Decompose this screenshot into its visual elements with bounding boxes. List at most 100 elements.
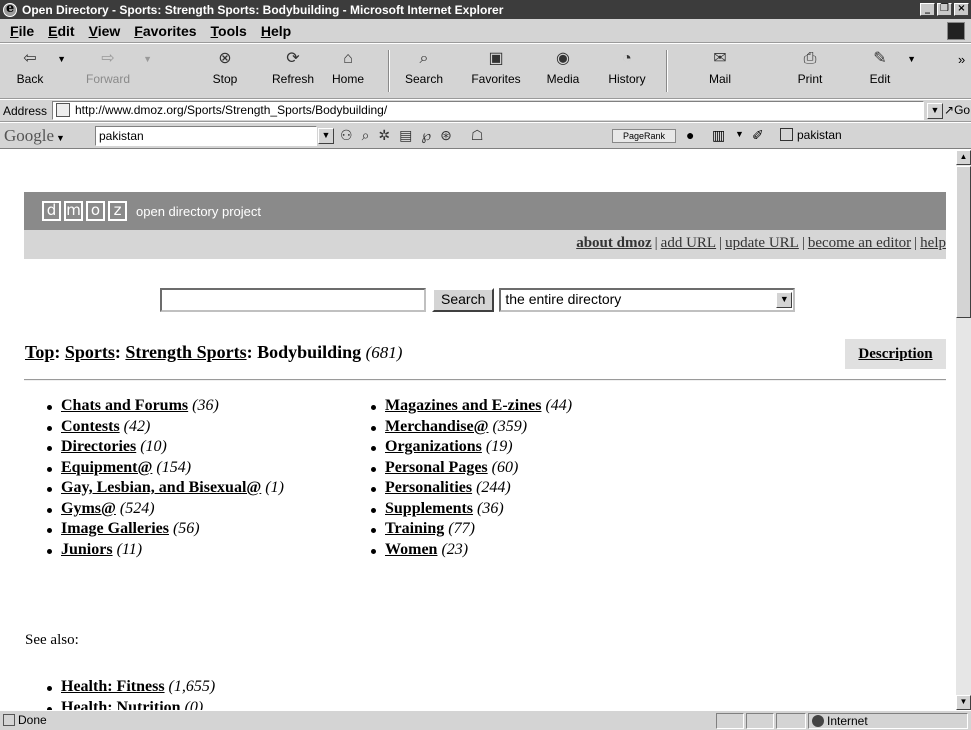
breadcrumb-sports[interactable]: Sports bbox=[65, 342, 115, 362]
address-dropdown-button[interactable]: ▼ bbox=[927, 103, 943, 119]
menu-file[interactable]: File bbox=[10, 23, 34, 39]
category-link[interactable]: Equipment@ bbox=[61, 459, 152, 476]
edit-button[interactable]: ✎ Edit ▼ bbox=[860, 48, 916, 86]
site-search-icon[interactable]: ⌕ bbox=[362, 127, 370, 144]
directory-search-button[interactable]: Search bbox=[432, 288, 495, 312]
category-link[interactable]: Gyms@ bbox=[61, 500, 116, 517]
google-logo-button[interactable]: Google ▼ bbox=[4, 126, 65, 146]
see-also-label: See also: bbox=[25, 632, 79, 648]
google-search-dropdown[interactable]: ▼ bbox=[318, 128, 334, 144]
add-url-link[interactable]: add URL bbox=[661, 235, 716, 251]
edit-dropdown-icon[interactable]: ▼ bbox=[907, 54, 916, 64]
menu-tools[interactable]: Tools bbox=[211, 23, 247, 39]
category-link[interactable]: Supplements bbox=[385, 500, 473, 517]
menu-view[interactable]: View bbox=[89, 23, 121, 39]
up-icon[interactable]: ☖ bbox=[471, 127, 484, 144]
search-term-button[interactable]: pakistan bbox=[780, 128, 842, 142]
category-count: (244) bbox=[476, 479, 511, 496]
refresh-button[interactable]: ⟳ Refresh bbox=[268, 48, 318, 86]
directory-search-input[interactable] bbox=[160, 288, 426, 312]
media-icon: ◉ bbox=[556, 50, 570, 67]
category-link[interactable]: Merchandise@ bbox=[385, 418, 488, 435]
options-icon[interactable]: ▥ bbox=[712, 127, 725, 144]
home-button[interactable]: ⌂ Home bbox=[325, 48, 371, 86]
list-item: Equipment@ (154) bbox=[42, 459, 284, 480]
update-url-link[interactable]: update URL bbox=[725, 235, 799, 251]
maximize-button[interactable]: ❐ bbox=[937, 3, 952, 16]
chevron-down-icon: ▼ bbox=[56, 133, 65, 143]
scroll-thumb[interactable] bbox=[956, 166, 971, 318]
menu-help[interactable]: Help bbox=[261, 23, 291, 39]
scroll-down-button[interactable]: ▼ bbox=[956, 695, 971, 710]
see-also-list: Health: Fitness (1,655) Health: Nutrition… bbox=[42, 678, 215, 710]
become-editor-link[interactable]: become an editor bbox=[808, 235, 911, 251]
back-dropdown-icon[interactable]: ▼ bbox=[57, 54, 66, 64]
category-link[interactable]: Contests bbox=[61, 418, 120, 435]
list-item: Gay, Lesbian, and Bisexual@ (1) bbox=[42, 479, 284, 500]
breadcrumb-strength-sports[interactable]: Strength Sports bbox=[125, 342, 246, 362]
status-bar: Done Internet bbox=[0, 710, 971, 730]
description-link[interactable]: Description bbox=[845, 339, 946, 369]
dmoz-logo[interactable]: d m o z open directory project bbox=[42, 201, 261, 221]
chevron-down-icon[interactable]: ▼ bbox=[776, 292, 793, 308]
stop-icon: ⊗ bbox=[218, 50, 232, 67]
help-link[interactable]: help bbox=[920, 235, 946, 251]
back-button[interactable]: ⇦ Back ▼ bbox=[10, 48, 66, 86]
similar-pages-icon[interactable]: ℘ bbox=[421, 127, 431, 144]
highlight-icon[interactable]: ✐ bbox=[752, 127, 764, 144]
info-icon[interactable]: ▤ bbox=[399, 127, 412, 144]
options-dropdown-icon[interactable]: ▼ bbox=[735, 129, 744, 139]
list-item: Gyms@ (524) bbox=[42, 500, 284, 521]
see-also-link[interactable]: Health: Fitness bbox=[61, 678, 165, 695]
scroll-up-button[interactable]: ▲ bbox=[956, 150, 971, 165]
search-scope-select[interactable]: the entire directory ▼ bbox=[499, 288, 796, 312]
search-button[interactable]: ⌕ Search bbox=[398, 48, 450, 86]
history-button[interactable]: ◔ History bbox=[602, 48, 652, 86]
list-item: Image Galleries (56) bbox=[42, 520, 284, 541]
status-pane bbox=[746, 713, 774, 729]
blocker-icon[interactable]: ● bbox=[686, 127, 694, 143]
stop-button[interactable]: ⊗ Stop bbox=[205, 48, 245, 86]
logo-text: open directory project bbox=[136, 203, 262, 219]
logo-letter: m bbox=[64, 201, 83, 221]
forward-dropdown-icon[interactable]: ▼ bbox=[143, 54, 152, 64]
category-link[interactable]: Personal Pages bbox=[385, 459, 488, 476]
category-link[interactable]: Magazines and E-zines bbox=[385, 397, 541, 414]
category-link[interactable]: Training bbox=[385, 520, 444, 537]
backward-links-icon[interactable]: ⊛ bbox=[440, 127, 452, 144]
mail-button[interactable]: ✉ Mail bbox=[700, 48, 740, 86]
category-link[interactable]: Chats and Forums bbox=[61, 397, 188, 414]
toolbar-overflow-chevron-icon[interactable]: » bbox=[958, 52, 965, 67]
category-count: (36) bbox=[192, 397, 219, 414]
vertical-scrollbar[interactable]: ▲ ▼ bbox=[956, 150, 971, 710]
address-bar: Address http://www.dmoz.org/Sports/Stren… bbox=[0, 100, 971, 122]
menu-favorites[interactable]: Favorites bbox=[134, 23, 196, 39]
category-link[interactable]: Juniors bbox=[61, 541, 113, 558]
about-dmoz-link[interactable]: about dmoz bbox=[576, 235, 651, 251]
address-input[interactable]: http://www.dmoz.org/Sports/Strength_Spor… bbox=[52, 101, 924, 120]
menu-edit[interactable]: Edit bbox=[48, 23, 74, 39]
favorites-button[interactable]: ▣ Favorites bbox=[466, 48, 526, 86]
page-done-icon bbox=[3, 714, 15, 726]
menu-bar: File Edit View Favorites Tools Help bbox=[0, 19, 971, 43]
see-also-link[interactable]: Health: Nutrition bbox=[61, 699, 181, 711]
google-search-input[interactable]: pakistan bbox=[95, 126, 317, 146]
category-link[interactable]: Image Galleries bbox=[61, 520, 169, 537]
logo-letter: d bbox=[42, 201, 61, 221]
category-link[interactable]: Organizations bbox=[385, 438, 482, 455]
category-list-left: Chats and Forums (36) Contests (42) Direct… bbox=[42, 397, 284, 561]
breadcrumb-top[interactable]: Top bbox=[25, 342, 54, 362]
print-button[interactable]: ⎙ Print bbox=[790, 48, 830, 86]
media-button[interactable]: ◉ Media bbox=[540, 48, 586, 86]
category-link[interactable]: Gay, Lesbian, and Bisexual@ bbox=[61, 479, 261, 496]
forward-button[interactable]: ⇨ Forward ▼ bbox=[80, 48, 152, 86]
go-button[interactable]: ↗Go bbox=[944, 103, 970, 117]
close-button[interactable]: × bbox=[954, 3, 969, 16]
category-link[interactable]: Women bbox=[385, 541, 437, 558]
minimize-button[interactable]: _ bbox=[920, 3, 935, 16]
cached-page-icon[interactable]: ✲ bbox=[378, 127, 390, 144]
history-icon: ◔ bbox=[622, 50, 632, 67]
category-link[interactable]: Personalities bbox=[385, 479, 472, 496]
category-link[interactable]: Directories bbox=[61, 438, 136, 455]
binoculars-icon[interactable]: ⚇ bbox=[340, 127, 353, 144]
